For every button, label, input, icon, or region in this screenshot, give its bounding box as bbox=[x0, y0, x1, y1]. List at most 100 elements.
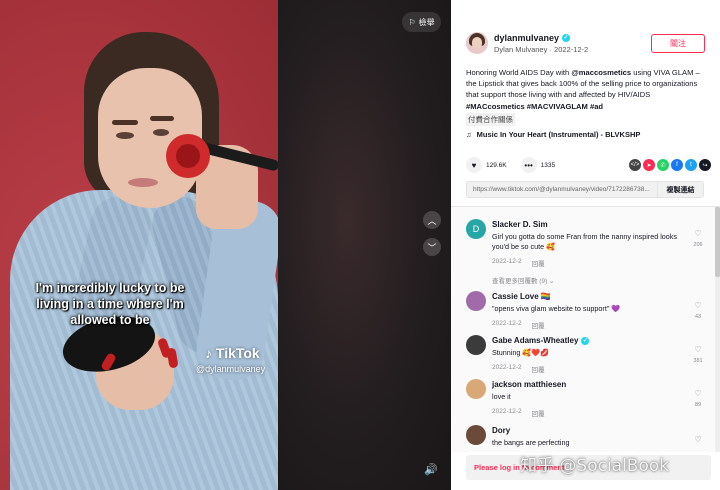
report-button[interactable]: ⚐ 檢舉 bbox=[402, 12, 441, 32]
comment-like-count: 43 bbox=[694, 314, 702, 320]
author-username[interactable]: dylanmulvaney ✓ bbox=[494, 33, 571, 43]
commenter-avatar[interactable]: D bbox=[466, 219, 486, 239]
comment-meta: 2022-12-2 回覆 bbox=[492, 320, 545, 330]
commenter-name[interactable]: Cassie Love 🏳️‍🌈 bbox=[492, 292, 551, 301]
embed-icon[interactable]: </> bbox=[629, 159, 641, 171]
comment-like-button[interactable]: ♡ 381 bbox=[688, 345, 708, 364]
share-icons: </> ➤ ✆ f t ↪ bbox=[629, 159, 711, 171]
comment-date: 2022-12-2 bbox=[492, 320, 522, 327]
commenter-name-text: Gabe Adams-Wheatley bbox=[492, 336, 579, 345]
comment-list[interactable]: D Slacker D. Sim Girl you gotta do some Fr… bbox=[451, 207, 715, 452]
comment-like-count: 381 bbox=[693, 358, 703, 364]
avatar-face bbox=[472, 37, 482, 49]
author-avatar[interactable] bbox=[466, 32, 488, 54]
scrollbar-thumb[interactable] bbox=[715, 207, 720, 277]
like-count: 129.6K bbox=[486, 161, 507, 169]
eye-right bbox=[153, 129, 169, 136]
comment-like-count: 206 bbox=[693, 242, 703, 248]
comments-scrollbar[interactable] bbox=[715, 207, 720, 452]
volume-button[interactable]: 🔊 bbox=[422, 460, 440, 478]
zhihu-watermark: 知乎 @SocialBook bbox=[520, 456, 670, 476]
eye-left bbox=[116, 132, 134, 139]
comment-text: "opens viva glam website to support" 💜 bbox=[492, 304, 621, 313]
tiktok-logo: ♪ TikTok bbox=[205, 345, 260, 361]
reply-button[interactable]: 回覆 bbox=[532, 258, 545, 268]
commenter-name-text: jackson matthiesen bbox=[492, 380, 567, 389]
description-tag[interactable]: #MACcosmetics bbox=[466, 102, 525, 111]
video-player[interactable]: I'm incredibly lucky to be living in a t… bbox=[0, 0, 451, 490]
comment-meta: 2022-12-2 回覆 bbox=[492, 258, 545, 268]
comment-text: Girl you gotta do some Fran from the nan… bbox=[492, 232, 677, 251]
description-tag[interactable]: @maccosmetics bbox=[571, 68, 631, 77]
heart-outline-icon: ♡ bbox=[694, 301, 702, 310]
music-link[interactable]: ♫ Music In Your Heart (Instrumental) - B… bbox=[466, 130, 640, 139]
comment-like-button[interactable]: ♡ 206 bbox=[688, 229, 708, 248]
previous-video-button[interactable]: ︿ bbox=[423, 211, 441, 229]
heart-outline-icon: ♡ bbox=[694, 345, 702, 354]
heart-icon: ♥ bbox=[471, 160, 477, 170]
send-icon[interactable]: ➤ bbox=[643, 159, 655, 171]
description-tag[interactable]: #ad bbox=[590, 102, 603, 111]
commenter-name-text: Cassie Love 🏳️‍🌈 bbox=[492, 292, 551, 301]
share-arrow-icon[interactable]: ↪ bbox=[699, 159, 711, 171]
commenter-avatar[interactable] bbox=[466, 379, 486, 399]
video-watermark-handle: @dylanmulvaney bbox=[196, 364, 266, 374]
chevron-down-icon: ﹀ bbox=[427, 242, 437, 253]
commenter-name[interactable]: Dory bbox=[492, 426, 510, 435]
comment-meta: 2022-12-2 回覆 bbox=[492, 408, 545, 418]
share-url-text: https://www.tiktok.com/@dylanmulvaney/vi… bbox=[473, 186, 650, 193]
verified-badge-icon: ✓ bbox=[581, 336, 590, 345]
commenter-name[interactable]: jackson matthiesen bbox=[492, 380, 566, 389]
comment-like-count: 89 bbox=[694, 402, 702, 408]
post-description: Honoring World AIDS Day with @maccosmeti… bbox=[466, 67, 711, 112]
view-more-replies-link[interactable]: 查看更多回覆數 (9) ⌄ bbox=[492, 275, 555, 285]
twitter-icon[interactable]: t bbox=[685, 159, 697, 171]
music-note-icon: ♫ bbox=[466, 130, 472, 139]
commenter-name-text: Dory bbox=[492, 426, 511, 435]
comment-like-button[interactable]: ♡ 43 bbox=[688, 301, 708, 320]
commenter-avatar[interactable] bbox=[466, 425, 486, 445]
copy-link-button[interactable]: 複製連結 bbox=[657, 182, 703, 197]
eyebrow-right bbox=[150, 116, 174, 121]
comment-date: 2022-12-2 bbox=[492, 364, 522, 371]
report-label: 檢舉 bbox=[418, 17, 435, 27]
comment-like-button[interactable]: ♡ bbox=[688, 435, 708, 444]
reply-button[interactable]: 回覆 bbox=[532, 408, 545, 418]
flag-icon: ⚐ bbox=[408, 17, 416, 27]
like-button[interactable]: ♥ bbox=[466, 157, 482, 173]
music-title: Music In Your Heart (Instrumental) - BLV… bbox=[476, 130, 641, 139]
tiktok-note-icon: ♪ bbox=[205, 345, 212, 361]
author-username-text: dylanmulvaney bbox=[494, 33, 560, 43]
heart-outline-icon: ♡ bbox=[694, 229, 702, 238]
speaker-icon: 🔊 bbox=[424, 463, 438, 476]
heart-outline-icon: ♡ bbox=[694, 389, 702, 398]
follow-button[interactable]: 關注 bbox=[651, 34, 705, 53]
chevron-up-icon: ︿ bbox=[427, 215, 437, 226]
comment-button[interactable]: ••• bbox=[520, 157, 537, 173]
comment-text: the bangs are perfecting bbox=[492, 438, 570, 447]
facebook-icon[interactable]: f bbox=[671, 159, 683, 171]
whatsapp-icon[interactable]: ✆ bbox=[657, 159, 669, 171]
action-row: ♥ 129.6K ••• 1335 </> ➤ ✆ f t ↪ bbox=[466, 157, 711, 173]
commenter-avatar[interactable] bbox=[466, 335, 486, 355]
next-video-button[interactable]: ﹀ bbox=[423, 238, 441, 256]
comment-text: love it bbox=[492, 392, 511, 401]
brush-head-inner bbox=[176, 144, 200, 168]
tiktok-logo-text: TikTok bbox=[215, 345, 260, 361]
share-url-bar[interactable]: https://www.tiktok.com/@dylanmulvaney/vi… bbox=[466, 181, 704, 198]
eyebrow-left bbox=[112, 120, 138, 125]
comment-like-button[interactable]: ♡ 89 bbox=[688, 389, 708, 408]
video-caption: I'm incredibly lucky to be living in a t… bbox=[35, 281, 185, 327]
commenter-avatar[interactable] bbox=[466, 291, 486, 311]
commenter-name[interactable]: Slacker D. Sim bbox=[492, 220, 548, 229]
video-frame[interactable]: I'm incredibly lucky to be living in a t… bbox=[0, 0, 278, 490]
lips bbox=[128, 178, 158, 187]
reply-button[interactable]: 回覆 bbox=[532, 320, 545, 330]
comment-meta: 2022-12-2 回覆 bbox=[492, 364, 545, 374]
description-text: Honoring World AIDS Day with bbox=[466, 68, 572, 77]
description-tag[interactable]: #MACVIVAGLAM bbox=[527, 102, 588, 111]
reply-button[interactable]: 回覆 bbox=[532, 364, 545, 374]
comment-date: 2022-12-2 bbox=[492, 258, 522, 265]
commenter-name[interactable]: Gabe Adams-Wheatley ✓ bbox=[492, 336, 590, 345]
post-details-panel: dylanmulvaney ✓ Dylan Mulvaney · 2022-12… bbox=[451, 0, 720, 490]
